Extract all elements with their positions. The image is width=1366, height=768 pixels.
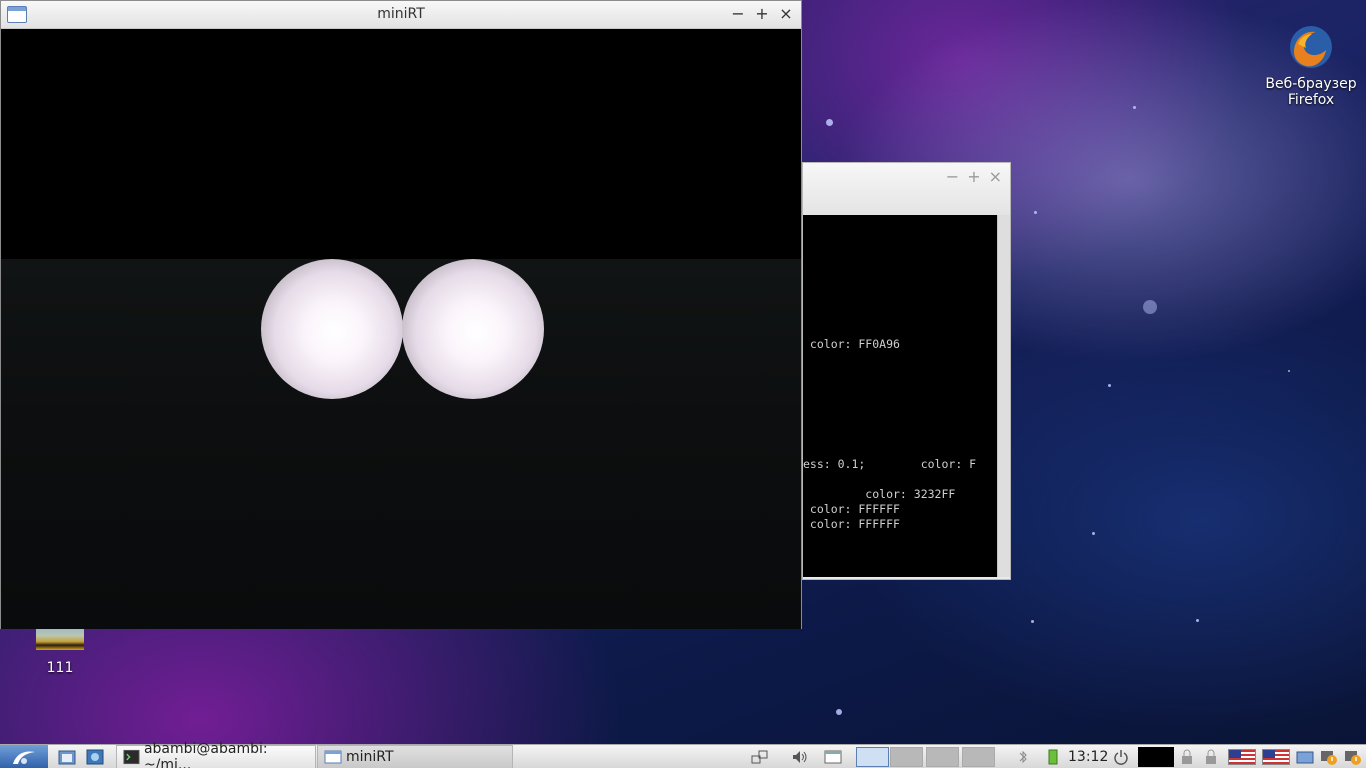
file-manager-launcher[interactable] xyxy=(58,745,76,768)
desktop-icon xyxy=(86,749,104,765)
star xyxy=(1288,370,1290,372)
terminal-titlebar[interactable]: − + × xyxy=(803,163,1010,215)
window-icon xyxy=(824,750,842,764)
power-icon xyxy=(1114,750,1128,765)
network-tray[interactable] xyxy=(751,745,769,768)
firefox-icon xyxy=(1290,26,1332,68)
close-button[interactable]: × xyxy=(989,167,1002,186)
terminal-line: color: FFFFFF xyxy=(803,517,900,531)
clock[interactable]: 13:12 xyxy=(1068,745,1108,768)
lock-icon xyxy=(1182,749,1192,764)
taskbar: abambi@abambi: ~/mi... miniRT 13:12 xyxy=(0,741,1366,768)
cpu-monitor[interactable] xyxy=(1138,747,1174,767)
minimize-button[interactable]: − xyxy=(946,167,959,186)
rendered-sphere xyxy=(261,259,403,399)
warning-tray[interactable] xyxy=(1320,745,1338,768)
warning-icon xyxy=(1321,751,1337,765)
terminal-line: ess: 0.1; color: F xyxy=(803,457,977,471)
firefox-icon-label: Веб-браузер Firefox xyxy=(1265,76,1357,108)
star xyxy=(1133,106,1136,109)
update-tray[interactable] xyxy=(1296,745,1314,768)
file-manager-icon xyxy=(58,750,76,765)
terminal-line: color: FFFFFF xyxy=(803,502,900,516)
close-button[interactable]: × xyxy=(779,4,793,23)
bluetooth-icon xyxy=(1019,750,1027,764)
terminal-window[interactable]: − + × color: FF0A96 ess: 0.1; color: F c… xyxy=(802,162,1011,580)
taskbar-minirt-task[interactable]: miniRT xyxy=(317,745,513,768)
workspace-3[interactable] xyxy=(926,747,959,767)
maximize-button[interactable]: + xyxy=(967,167,980,186)
star xyxy=(1108,384,1111,387)
terminal-scrollbar[interactable] xyxy=(997,215,1010,577)
rendered-sphere xyxy=(402,259,544,399)
warning-icon xyxy=(1345,751,1361,765)
lock-tray[interactable] xyxy=(1178,745,1196,768)
workspace-2[interactable] xyxy=(890,747,923,767)
image-file-label: 111 xyxy=(46,660,74,676)
terminal-window-controls: − + × xyxy=(946,167,1002,186)
terminal-icon xyxy=(123,749,140,765)
star xyxy=(826,119,833,126)
power-button[interactable] xyxy=(1112,745,1130,768)
star xyxy=(1034,211,1037,214)
lock-tray-2[interactable] xyxy=(1202,745,1220,768)
battery-tray[interactable] xyxy=(1044,745,1062,768)
window-icon xyxy=(1296,751,1314,764)
task-label: miniRT xyxy=(346,749,394,765)
show-desktop-launcher[interactable] xyxy=(86,745,104,768)
terminal-line: color: FF0A96 xyxy=(803,337,900,351)
terminal-line: color: 3232FF xyxy=(803,487,956,501)
taskbar-terminal-task[interactable]: abambi@abambi: ~/mi... xyxy=(116,741,316,768)
workspace-4[interactable] xyxy=(962,747,995,767)
terminal-output[interactable]: color: FF0A96 ess: 0.1; color: F color: … xyxy=(803,215,999,577)
lock-icon xyxy=(1206,749,1216,764)
star xyxy=(1196,619,1199,622)
us-flag-icon[interactable] xyxy=(1262,749,1290,765)
minimize-button[interactable]: − xyxy=(731,4,745,23)
battery-icon xyxy=(1048,749,1058,765)
minirt-window[interactable]: miniRT − + × xyxy=(0,0,802,629)
window-icon xyxy=(324,750,342,764)
star xyxy=(1031,620,1034,623)
us-flag-icon[interactable] xyxy=(1228,749,1256,765)
render-canvas[interactable] xyxy=(1,29,801,629)
volume-tray[interactable] xyxy=(791,745,809,768)
maximize-button[interactable]: + xyxy=(755,4,769,23)
star xyxy=(836,709,842,715)
star xyxy=(1143,300,1157,314)
star xyxy=(1092,532,1095,535)
task-label: abambi@abambi: ~/mi... xyxy=(143,741,268,768)
window-list-button[interactable] xyxy=(824,745,842,768)
volume-icon xyxy=(793,751,807,763)
bluetooth-tray[interactable] xyxy=(1014,745,1032,768)
minirt-window-controls: − + × xyxy=(731,4,793,23)
window-title: miniRT xyxy=(377,6,425,22)
image-file-icon xyxy=(36,626,84,650)
start-menu-button[interactable] xyxy=(0,745,48,768)
workspace-1[interactable] xyxy=(856,747,889,767)
lxde-logo-icon xyxy=(13,751,35,764)
network-icon xyxy=(751,750,768,764)
minirt-titlebar[interactable]: miniRT − + × xyxy=(1,1,801,29)
warning-tray-2[interactable] xyxy=(1344,745,1362,768)
